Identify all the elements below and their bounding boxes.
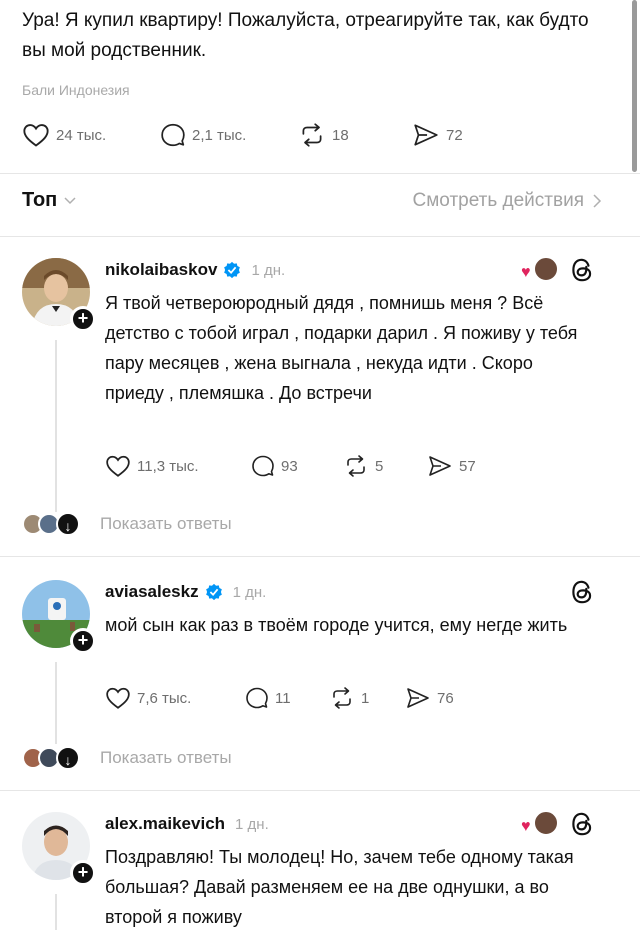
thread-line (55, 340, 57, 512)
chevron-down-icon (64, 196, 76, 204)
speech-bubble-icon (246, 687, 268, 709)
repost-button[interactable]: 5 (343, 454, 383, 478)
reply-item: + alex.maikevich 1 дн. ♥ Поздравляю! Ты … (0, 810, 640, 930)
send-icon (429, 456, 451, 476)
divider (0, 173, 640, 174)
comment-count: 2,1 тыс. (192, 126, 247, 144)
share-button[interactable]: 72 (412, 122, 463, 148)
reply-header: aviasaleskz 1 дн. (105, 580, 605, 604)
comment-count: 93 (281, 457, 298, 475)
follow-plus-button[interactable]: + (70, 628, 96, 654)
reply-actions: 11,3 тыс. 93 5 57 (105, 454, 585, 484)
repost-count: 5 (375, 457, 384, 475)
comment-count: 11 (275, 689, 291, 707)
timestamp: 1 дн. (232, 583, 267, 601)
sort-bar: Топ Смотреть действия (22, 185, 602, 219)
share-count: 76 (437, 689, 454, 707)
reply-text: мой сын как раз в твоём городе учится, е… (105, 615, 568, 635)
repost-count: 18 (332, 126, 349, 144)
show-replies-row[interactable]: ↓ Показать ответы (22, 746, 232, 770)
reply-content: aviasaleskz 1 дн. мой сын как раз в твоё… (105, 578, 605, 709)
arrow-down-icon: ↓ (56, 746, 80, 770)
speech-bubble-icon (252, 455, 274, 477)
like-count: 7,6 тыс. (137, 689, 192, 707)
repost-arrows-icon (333, 687, 351, 709)
username[interactable]: alex.maikevich (105, 814, 225, 834)
show-replies-label: Показать ответы (100, 514, 232, 533)
reply-text: Я твой четвероюродный дядя , помнишь мен… (105, 293, 578, 403)
heart-filled-icon: ♥ (521, 818, 531, 835)
like-button[interactable]: 11,3 тыс. (105, 454, 199, 478)
like-count: 11,3 тыс. (137, 457, 199, 475)
follow-plus-button[interactable]: + (70, 860, 96, 886)
heart-filled-icon: ♥ (521, 264, 531, 281)
author-avatar-mini (533, 256, 559, 282)
sort-label: Топ (22, 189, 58, 211)
heart-outline-icon (106, 687, 130, 709)
thread-line (55, 662, 57, 744)
reply-content: alex.maikevich 1 дн. ♥ Поздравляю! Ты мо… (105, 810, 605, 930)
post-text: Ура! Я купил квартиру! Пожалуйста, отреа… (22, 10, 589, 61)
verified-badge-icon (205, 583, 222, 601)
reply-corner-icons: ♥ (521, 810, 595, 838)
divider (0, 556, 640, 557)
verified-badge-icon (224, 261, 241, 279)
repost-button[interactable]: 1 (329, 686, 369, 710)
threads-logo-icon[interactable] (569, 256, 595, 284)
thread-line (55, 894, 57, 930)
repost-count: 1 (361, 689, 370, 707)
username[interactable]: aviasaleskz (105, 582, 199, 602)
author-liked-indicator: ♥ (521, 256, 559, 284)
share-button[interactable]: 57 (427, 454, 476, 478)
reply-corner-icons (569, 578, 595, 606)
post-actions: 24 тыс. 2,1 тыс. 18 72 (22, 122, 522, 152)
show-replies-label: Показать ответы (100, 748, 232, 767)
reply-item: + aviasaleskz 1 дн. мой сын как раз в тв… (0, 580, 640, 780)
reply-corner-icons: ♥ (521, 256, 595, 284)
avatar-container[interactable]: + (22, 812, 96, 886)
view-activity-label: Смотреть действия (412, 190, 584, 211)
sort-dropdown[interactable]: Топ (22, 189, 77, 212)
username[interactable]: nikolaibaskov (105, 260, 217, 280)
reply-content: nikolaibaskov 1 дн. ♥ Я твой четвероюрод… (105, 256, 605, 477)
send-icon (407, 688, 429, 708)
like-count: 24 тыс. (56, 126, 107, 144)
like-button[interactable]: 7,6 тыс. (105, 686, 191, 710)
author-avatar-mini (533, 810, 559, 836)
like-button[interactable]: 24 тыс. (22, 122, 106, 148)
comment-button[interactable]: 11 (245, 686, 291, 710)
scrollbar[interactable] (632, 0, 637, 172)
show-replies-row[interactable]: ↓ Показать ответы (22, 512, 232, 536)
share-count: 57 (459, 457, 476, 475)
share-button[interactable]: 76 (405, 686, 454, 710)
reply-item: + nikolaibaskov 1 дн. ♥ Я твой четвероюр… (0, 256, 640, 548)
comment-button[interactable]: 93 (251, 454, 298, 478)
chevron-right-icon (593, 194, 602, 208)
post-location[interactable]: Бали Индонезия (22, 82, 612, 98)
threads-logo-icon[interactable] (569, 578, 595, 606)
divider (0, 790, 640, 791)
heart-outline-icon (23, 124, 49, 147)
heart-outline-icon (106, 455, 130, 477)
reply-text: Поздравляю! Ты молодец! Но, зачем тебе о… (105, 847, 574, 927)
repost-arrows-icon (302, 123, 322, 147)
repost-arrows-icon (347, 455, 365, 477)
comment-button[interactable]: 2,1 тыс. (160, 122, 246, 148)
reply-actions: 7,6 тыс. 11 1 76 (105, 686, 585, 716)
threads-logo-icon[interactable] (569, 810, 595, 838)
arrow-down-icon: ↓ (56, 512, 80, 536)
send-icon (414, 124, 438, 146)
speech-bubble-icon (161, 123, 185, 147)
repost-button[interactable]: 18 (298, 122, 349, 148)
avatar-container[interactable]: + (22, 580, 96, 654)
author-liked-indicator: ♥ (521, 810, 559, 838)
share-count: 72 (446, 126, 463, 144)
avatar-container[interactable]: + (22, 258, 96, 332)
timestamp: 1 дн. (251, 261, 286, 279)
follow-plus-button[interactable]: + (70, 306, 96, 332)
timestamp: 1 дн. (235, 815, 269, 833)
divider (0, 236, 640, 237)
view-activity-link[interactable]: Смотреть действия (413, 190, 602, 212)
original-post: Ура! Я купил квартиру! Пожалуйста, отреа… (22, 6, 612, 147)
